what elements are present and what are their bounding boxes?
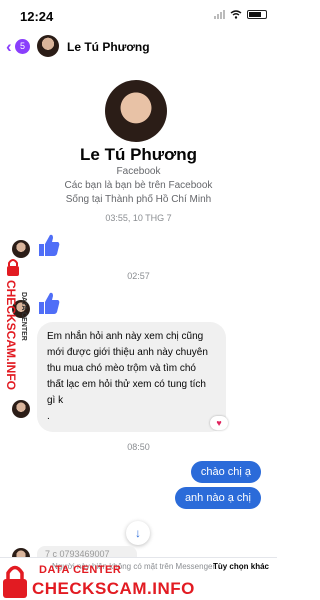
bottom-watermark: DATA CENTER CHECKSCAM.INFO [2, 562, 242, 600]
profile-location: Sống tại Thành phố Hồ Chí Minh [65, 194, 212, 205]
contact-name[interactable]: Le Tú Phương [67, 40, 150, 54]
status-icons [214, 10, 267, 19]
watermark-datacenter: DATA CENTER [39, 564, 122, 576]
profile-source: Facebook [116, 166, 161, 177]
profile-avatar[interactable] [105, 80, 167, 142]
lock-icon [3, 565, 27, 598]
timestamp: 03:55, 10 THG 7 [105, 213, 172, 223]
status-bar: 12:24 [0, 0, 277, 30]
back-button[interactable]: ‹ 5 [6, 37, 34, 57]
outgoing-message[interactable]: anh nào ạ chị [174, 487, 261, 509]
incoming-message[interactable]: Em nhắn hỏi anh này xem chị cũng mới đượ… [37, 322, 226, 432]
like-thumb-icon [39, 234, 60, 256]
heart-icon[interactable]: ♥ [210, 416, 228, 430]
status-time: 12:24 [20, 9, 54, 24]
message-line: mới được giới thiệu anh này chuyên [47, 347, 208, 358]
outgoing-message[interactable]: chào chị ạ [190, 461, 261, 483]
scroll-down-button[interactable]: ↓ [126, 521, 150, 545]
watermark-checkscam: CHECKSCAM.INFO [32, 579, 195, 598]
lock-icon [7, 259, 19, 276]
message-line: thất lạc em hỏi thử xem có tung tích [47, 379, 206, 390]
chat-header: ‹ 5 Le Tú Phương [0, 31, 277, 63]
back-chevron-icon: ‹ [6, 37, 12, 56]
unread-badge: 5 [15, 39, 30, 54]
header-avatar[interactable] [37, 35, 59, 57]
arrow-down-icon: ↓ [135, 526, 141, 540]
watermark-datacenter-vertical: DATA CENTER [20, 292, 27, 341]
profile-name: Le Tú Phương [80, 145, 197, 164]
profile-friends: Các bạn là bạn bè trên Facebook [64, 180, 213, 191]
timestamp: 02:57 [127, 271, 150, 281]
signal-icon [214, 10, 225, 19]
message-line: thu mua chó mèo trộm và tìm chó [47, 363, 196, 374]
message-line: gì k [47, 395, 64, 406]
side-watermark: CHECKSCAM.INFO DATA CENTER [2, 258, 32, 390]
message-line: . [47, 411, 50, 422]
watermark-checkscam-vertical: CHECKSCAM.INFO [4, 280, 18, 390]
sender-avatar [12, 400, 30, 418]
timestamp: 08:50 [127, 442, 150, 452]
battery-icon [247, 10, 267, 19]
message-line: Em nhắn hỏi anh này xem chị cũng [47, 331, 204, 342]
like-thumb-icon [39, 292, 60, 314]
wifi-icon [230, 10, 242, 19]
sender-avatar [12, 240, 30, 258]
